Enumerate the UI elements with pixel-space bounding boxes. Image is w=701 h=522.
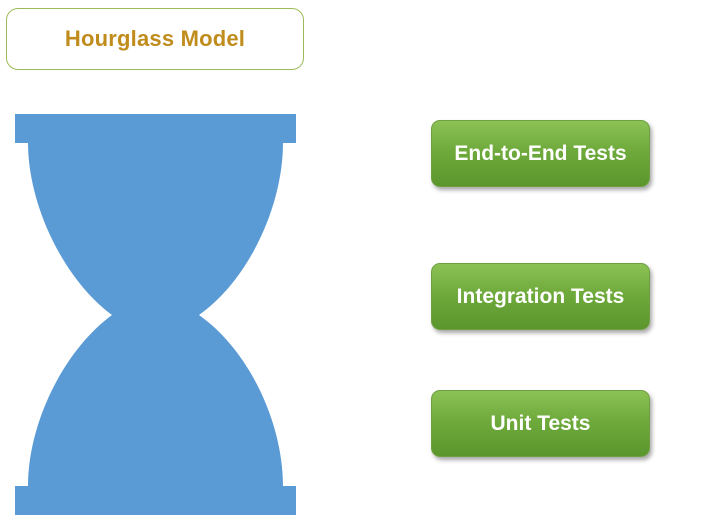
unit-tests-box: Unit Tests bbox=[431, 390, 650, 457]
hourglass-body bbox=[15, 114, 296, 515]
hourglass-shape bbox=[15, 114, 296, 515]
end-to-end-tests-box: End-to-End Tests bbox=[431, 120, 650, 187]
end-to-end-tests-label: End-to-End Tests bbox=[454, 141, 627, 165]
diagram-title-box: Hourglass Model bbox=[6, 8, 304, 70]
diagram-title: Hourglass Model bbox=[64, 26, 246, 51]
unit-tests-label: Unit Tests bbox=[490, 411, 591, 435]
integration-tests-label: Integration Tests bbox=[456, 284, 625, 308]
integration-tests-box: Integration Tests bbox=[431, 263, 650, 330]
